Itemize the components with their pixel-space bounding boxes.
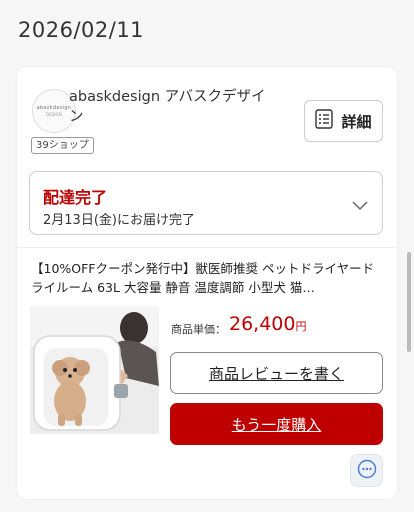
detail-button[interactable]: 詳細 (304, 100, 383, 142)
write-review-button[interactable]: 商品レビューを書く (170, 352, 383, 394)
scrollbar[interactable] (407, 252, 411, 352)
order-card: abaskdesign DESIGN abaskdesign アバスクデザイン … (17, 67, 397, 499)
price-label: 商品単価： (171, 323, 226, 336)
order-date: 2026/02/11 (18, 18, 145, 42)
shop-logo-text: abaskdesign (36, 105, 72, 111)
delivery-status: 配達完了 (43, 188, 108, 207)
detail-label: 詳細 (341, 112, 372, 131)
list-icon (315, 109, 334, 133)
shop-name[interactable]: abaskdesign アバスクデザイン (69, 87, 269, 127)
divider (17, 247, 397, 248)
price-value: 26,400 (229, 313, 296, 335)
price-unit: 円 (295, 320, 307, 333)
product-price: 26,400円 (229, 313, 306, 335)
more-options-button[interactable] (350, 454, 383, 487)
delivery-status-panel[interactable]: 配達完了 2月13日(金)にお届け完了 (29, 171, 383, 235)
product-title[interactable]: 【10%OFFクーポン発行中】獣医師推奨 ペットドライヤードライルーム 63L … (31, 259, 383, 297)
buy-again-button[interactable]: もう一度購入 (170, 403, 383, 445)
shop-logo-subtext: DESIGN (46, 112, 62, 117)
more-icon (357, 459, 377, 482)
chevron-down-icon (352, 196, 368, 215)
product-image[interactable] (30, 306, 159, 434)
delivery-date: 2月13日(金)にお届け完了 (43, 213, 195, 228)
shop-badge: 39ショップ (31, 137, 94, 154)
